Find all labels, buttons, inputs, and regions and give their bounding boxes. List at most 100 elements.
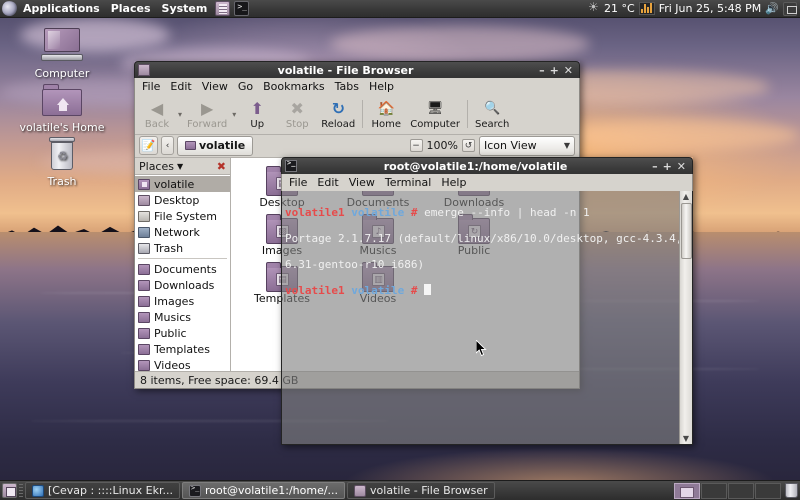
computer-button[interactable]: 🖥 Computer xyxy=(406,98,464,131)
arrow-up-icon: ⬆ xyxy=(250,98,264,118)
menu-file[interactable]: File xyxy=(284,175,312,190)
volume-icon[interactable]: 🔊 xyxy=(765,2,779,15)
menu-file[interactable]: File xyxy=(137,79,165,94)
zoom-reset-button[interactable]: ↺ xyxy=(462,139,475,153)
menu-view[interactable]: View xyxy=(344,175,380,190)
workspace-3[interactable] xyxy=(728,482,754,499)
terminal-window-controls: – + ✕ xyxy=(652,161,689,172)
maximize-button[interactable]: + xyxy=(663,161,672,172)
zoom-level-label: 100% xyxy=(426,139,458,153)
sidebar-item-label: Network xyxy=(154,225,200,239)
sidebar-item-videos[interactable]: Videos xyxy=(135,357,230,371)
sidebar-item-network[interactable]: Network xyxy=(135,224,230,240)
edit-location-button[interactable]: 📝 xyxy=(139,136,158,156)
up-button[interactable]: ⬆ Up xyxy=(237,98,277,131)
scroll-down-icon[interactable]: ▼ xyxy=(683,433,689,444)
terminal-launcher-icon[interactable] xyxy=(234,1,250,16)
sidebar-item-templates[interactable]: Templates xyxy=(135,341,230,357)
desktop-icon-trash[interactable]: Trash xyxy=(14,132,110,188)
folder-icon xyxy=(138,279,150,291)
menu-bookmarks[interactable]: Bookmarks xyxy=(258,79,329,94)
workspace-4[interactable] xyxy=(755,482,781,499)
menu-places[interactable]: Places xyxy=(106,1,157,17)
terminal-window[interactable]: root@volatile1:/home/volatile – + ✕ File… xyxy=(281,157,693,445)
sidebar-item-desktop[interactable]: Desktop xyxy=(135,192,230,208)
zoom-out-button[interactable]: − xyxy=(409,139,423,153)
cpu-monitor-applet[interactable] xyxy=(638,2,655,15)
menu-terminal[interactable]: Terminal xyxy=(380,175,437,190)
mouse-cursor xyxy=(476,340,487,357)
show-desktop-icon[interactable] xyxy=(2,483,17,498)
gnome-foot-icon[interactable] xyxy=(0,0,19,18)
reload-button[interactable]: ↻ Reload xyxy=(317,98,359,131)
search-button[interactable]: 🔍 Search xyxy=(471,98,513,131)
minimize-button[interactable]: – xyxy=(539,65,545,76)
menu-view[interactable]: View xyxy=(197,79,233,94)
workspace-switcher[interactable] xyxy=(674,482,798,499)
taskbar-window-browser[interactable]: [Cevap : ::::Linux Ekr... xyxy=(25,482,180,499)
menu-tabs[interactable]: Tabs xyxy=(330,79,364,94)
desktop-icon xyxy=(138,194,150,206)
view-mode-select[interactable]: Icon View ▼ xyxy=(479,135,575,156)
menu-edit[interactable]: Edit xyxy=(165,79,196,94)
menu-system[interactable]: System xyxy=(157,1,214,17)
computer-icon: 🖥 xyxy=(426,100,444,116)
taskbar-window-terminal[interactable]: root@volatile1:/home/... xyxy=(181,482,346,499)
menu-help[interactable]: Help xyxy=(436,175,471,190)
terminal-output[interactable]: volatile1 volatile # emerge --info | hea… xyxy=(282,191,679,444)
file-manager-launcher-icon[interactable] xyxy=(215,1,231,16)
breadcrumb-volatile[interactable]: volatile xyxy=(177,135,254,156)
sidebar-item-images[interactable]: Images xyxy=(135,293,230,309)
workspace-2[interactable] xyxy=(701,482,727,499)
taskbar-window-label: [Cevap : ::::Linux Ekr... xyxy=(48,484,173,497)
show-desktop-panel-icon[interactable] xyxy=(783,1,797,16)
temperature-label: 21 °C xyxy=(604,2,635,15)
sidebar-item-label: Images xyxy=(154,294,195,308)
search-button-label: Search xyxy=(475,118,510,130)
terminal-line: volatile1 volatile # xyxy=(285,284,676,297)
sidebar-item-trash[interactable]: Trash xyxy=(135,240,230,256)
close-button[interactable]: ✕ xyxy=(564,65,573,76)
menu-go[interactable]: Go xyxy=(233,79,258,94)
workspace-1[interactable] xyxy=(674,482,700,499)
stop-button-label: Stop xyxy=(285,118,309,130)
terminal-icon xyxy=(285,159,297,172)
trash-icon[interactable] xyxy=(785,483,798,498)
close-button[interactable]: ✕ xyxy=(677,161,686,172)
scrollbar-thumb[interactable] xyxy=(680,203,692,259)
minimize-button[interactable]: – xyxy=(652,161,658,172)
clock-label[interactable]: Fri Jun 25, 5:48 PM xyxy=(659,2,762,15)
chevron-down-icon[interactable]: ▼ xyxy=(177,162,183,171)
terminal-scrollbar[interactable]: ▲ ▼ xyxy=(679,191,692,444)
sidebar-item-downloads[interactable]: Downloads xyxy=(135,277,230,293)
close-icon[interactable]: ✖ xyxy=(217,160,226,173)
files-icon xyxy=(354,484,367,497)
stop-button[interactable]: ✖ Stop xyxy=(277,98,317,131)
terminal-command xyxy=(417,284,424,297)
sidebar-item-public[interactable]: Public xyxy=(135,325,230,341)
places-header[interactable]: Places ▼ ✖ xyxy=(135,158,230,176)
sidebar-item-musics[interactable]: Musics xyxy=(135,309,230,325)
sidebar-item-volatile[interactable]: volatile xyxy=(135,176,230,193)
taskbar-window-file-browser[interactable]: volatile - File Browser xyxy=(347,482,495,499)
desktop-icon-home[interactable]: volatile's Home xyxy=(14,78,110,134)
desktop-icon-computer[interactable]: Computer xyxy=(14,24,110,80)
network-icon xyxy=(138,226,150,238)
scroll-up-icon[interactable]: ▲ xyxy=(683,191,689,202)
terminal-titlebar[interactable]: root@volatile1:/home/volatile – + ✕ xyxy=(281,157,693,174)
breadcrumb-previous-button[interactable]: ‹ xyxy=(161,136,174,156)
sidebar-item-documents[interactable]: Documents xyxy=(135,261,230,277)
menu-help[interactable]: Help xyxy=(364,79,399,94)
file-browser-location-bar: 📝 ‹ volatile − 100% ↺ Icon View ▼ xyxy=(135,135,579,159)
back-button[interactable]: ◀ Back xyxy=(137,98,177,131)
forward-button[interactable]: ▶ Forward xyxy=(183,98,231,131)
files-icon xyxy=(138,64,150,76)
sidebar-item-file-system[interactable]: File System xyxy=(135,208,230,224)
home-button[interactable]: 🏠 Home xyxy=(366,98,406,131)
weather-icon[interactable] xyxy=(588,0,600,15)
taskbar-grip[interactable] xyxy=(19,483,23,498)
file-browser-titlebar[interactable]: volatile - File Browser – + ✕ xyxy=(134,61,580,78)
menu-edit[interactable]: Edit xyxy=(312,175,343,190)
maximize-button[interactable]: + xyxy=(550,65,559,76)
menu-applications[interactable]: Applications xyxy=(18,1,106,17)
